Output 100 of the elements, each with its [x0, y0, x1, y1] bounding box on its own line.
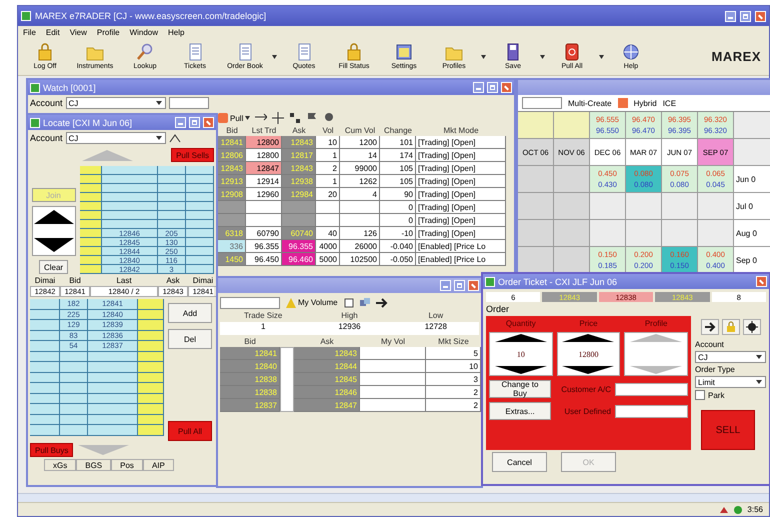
tab[interactable]: Pos: [111, 459, 143, 471]
clear-button[interactable]: Clear: [38, 260, 68, 274]
spin-field[interactable]: [168, 97, 209, 109]
tab[interactable]: AIP: [142, 459, 174, 471]
table-cell: [218, 201, 246, 214]
pin-button[interactable]: [700, 319, 718, 335]
connection-icon: [733, 504, 744, 514]
table-cell: 1: [220, 322, 306, 335]
quantity-spinner[interactable]: 10: [489, 332, 553, 376]
menu-item[interactable]: Edit: [46, 28, 60, 36]
table-cell: [80, 184, 102, 193]
delete-button[interactable]: Del: [168, 329, 212, 349]
stop-icon: [563, 43, 581, 61]
table-cell: [158, 184, 186, 193]
account-dropdown[interactable]: CJ: [695, 351, 766, 363]
tab[interactable]: BGS: [76, 459, 112, 471]
column-header: Mkt Mode: [442, 125, 480, 136]
user-defined-field[interactable]: [615, 404, 688, 418]
table-cell: [80, 193, 102, 202]
caret-icon[interactable]: [272, 54, 277, 58]
table-cell: [80, 256, 102, 265]
close-button[interactable]: [203, 117, 214, 128]
maximize-button[interactable]: [487, 82, 498, 93]
caret-icon[interactable]: [481, 54, 486, 58]
maximize-button[interactable]: [454, 280, 465, 291]
minimize-button[interactable]: [473, 82, 484, 93]
table-cell: 0: [380, 214, 416, 227]
change-to-buy-button[interactable]: Change to Buy: [489, 380, 551, 398]
account-label: Account: [30, 98, 63, 108]
toolbar-button[interactable]: Multi-Create: [568, 98, 612, 108]
stop-icon[interactable]: [618, 98, 628, 108]
pull-sells-button[interactable]: Pull Sells: [171, 148, 214, 162]
menu-item[interactable]: View: [70, 28, 87, 36]
row-label: Sep 0: [734, 247, 770, 274]
table-cell: [80, 202, 102, 211]
table-cell: [60, 404, 88, 414]
spin-field[interactable]: [220, 296, 280, 308]
toolbar-button[interactable]: ICE: [662, 98, 676, 108]
table-cell: [60, 425, 88, 436]
table-cell: [Enabled] [Price Lo: [416, 253, 506, 266]
minimize-button[interactable]: [175, 117, 186, 128]
dropdown-arrow-icon[interactable]: [755, 378, 763, 386]
account-dropdown[interactable]: CJ: [66, 132, 166, 144]
pull-button[interactable]: Pull: [218, 113, 250, 123]
customer-account-field[interactable]: [615, 382, 688, 396]
minimize-button[interactable]: [725, 10, 736, 22]
sell-button[interactable]: SELL: [701, 410, 755, 450]
menu-item[interactable]: File: [23, 28, 36, 36]
table-cell: 12908: [218, 188, 246, 201]
dropdown-arrow-icon[interactable]: [154, 134, 163, 142]
column-header: Ask: [158, 276, 188, 286]
vertical-scrollbar[interactable]: [280, 347, 294, 412]
caret-icon[interactable]: [599, 54, 604, 58]
pull-buys-button[interactable]: Pull Buys: [30, 443, 74, 457]
menu-item[interactable]: Help: [168, 28, 184, 36]
crosshair-button[interactable]: [742, 319, 760, 335]
spinner-arrows-icon[interactable]: [32, 206, 76, 256]
copy-icon[interactable]: [360, 298, 370, 308]
column-header: Cum Vol: [344, 125, 376, 136]
document-icon[interactable]: [344, 298, 354, 308]
table-cell: 60740: [282, 227, 316, 240]
table-cell: [88, 352, 138, 362]
table-cell: [60, 362, 88, 372]
caret-icon: [245, 116, 250, 120]
caret-icon[interactable]: [540, 54, 545, 58]
tab[interactable]: xGs: [44, 459, 76, 471]
pull-all-button[interactable]: Pull All: [168, 421, 212, 441]
close-button[interactable]: [468, 280, 479, 291]
menu-item[interactable]: Window: [130, 28, 158, 36]
table-cell: [158, 175, 186, 184]
table-cell: [88, 362, 138, 372]
price-spinner[interactable]: 12800: [556, 332, 620, 376]
close-button[interactable]: [755, 10, 766, 22]
close-button[interactable]: [501, 82, 512, 93]
dropdown-arrow-icon[interactable]: [755, 353, 763, 361]
extras-button[interactable]: Extras...: [489, 402, 551, 420]
add-button[interactable]: Add: [168, 303, 212, 323]
account-dropdown[interactable]: CJ: [66, 97, 166, 109]
close-button[interactable]: [756, 276, 767, 287]
table-cell: 12846: [294, 386, 360, 399]
toolbar-button[interactable]: Hybrid: [634, 98, 657, 108]
table-cell: [138, 372, 164, 383]
dropdown-arrow-icon[interactable]: [154, 99, 163, 107]
table-cell: [554, 166, 590, 193]
spin-field[interactable]: [522, 97, 562, 109]
arrow-icon[interactable]: [376, 298, 388, 308]
maximize-button[interactable]: [740, 10, 751, 22]
minimize-button[interactable]: [440, 280, 451, 291]
checkbox[interactable]: [695, 390, 705, 400]
table-cell: [30, 299, 60, 310]
table-cell: 101: [380, 136, 416, 149]
my-volume-button[interactable]: My Volume: [286, 298, 338, 308]
profile-spinner[interactable]: [624, 332, 688, 376]
cancel-button[interactable]: Cancel: [492, 452, 547, 472]
menu-item[interactable]: Profile: [96, 28, 120, 36]
maximize-button[interactable]: [189, 117, 200, 128]
table-cell: [80, 220, 102, 229]
horizontal-scrollbar[interactable]: [18, 493, 769, 502]
plus-icon[interactable]: [272, 112, 284, 124]
order-type-dropdown[interactable]: Limit: [695, 376, 766, 388]
